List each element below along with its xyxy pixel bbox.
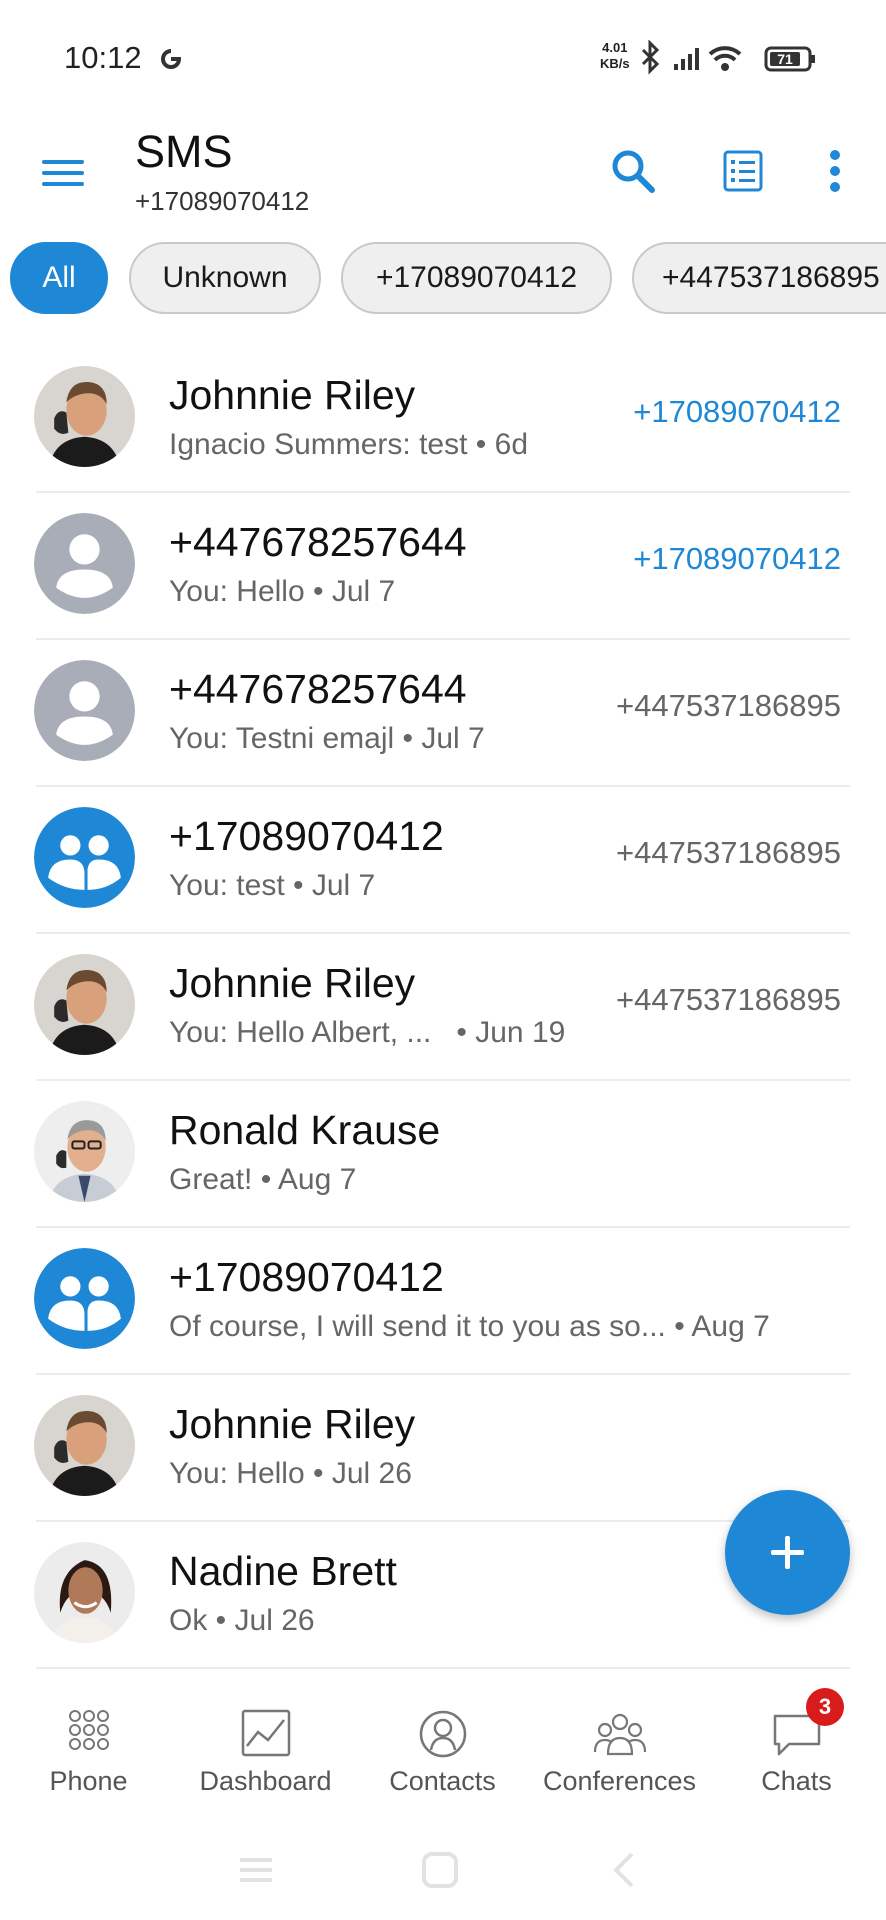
- conversation-row[interactable]: +447678257644 You: Testni emajl • Jul 7 …: [0, 640, 886, 787]
- avatar-photo-icon: [34, 1542, 135, 1643]
- chip-line-17089070412[interactable]: +17089070412: [341, 242, 612, 314]
- line-number: +447537186895: [616, 982, 841, 1017]
- message-preview: You: Hello • Jul 26: [169, 1457, 412, 1490]
- chip-line-447537186895[interactable]: +447537186895: [632, 242, 886, 314]
- battery-level: 71: [777, 51, 793, 67]
- line-number: +17089070412: [633, 541, 841, 576]
- divider: [36, 1667, 850, 1669]
- bottom-nav: Phone Dashboard Contacts Conferences 3 C…: [0, 1672, 886, 1802]
- list-view-icon[interactable]: [718, 146, 768, 196]
- conversation-row[interactable]: +17089070412 Of course, I will send it t…: [0, 1228, 886, 1375]
- avatar-photo-icon: [34, 1395, 135, 1496]
- chip-unknown[interactable]: Unknown: [129, 242, 321, 314]
- conversation-row[interactable]: Johnnie Riley Ignacio Summers: test • 6d…: [0, 346, 886, 493]
- nav-chats[interactable]: 3 Chats: [708, 1672, 885, 1802]
- nav-label: Chats: [761, 1766, 832, 1796]
- group-icon: [34, 807, 135, 908]
- nav-phone[interactable]: Phone: [0, 1672, 177, 1802]
- new-message-button[interactable]: [725, 1490, 850, 1615]
- nav-label: Conferences: [542, 1766, 697, 1796]
- nav-label: Dashboard: [199, 1766, 332, 1796]
- line-number: +447537186895: [616, 688, 841, 723]
- contact-icon: [419, 1710, 466, 1758]
- contact-name: +447678257644: [169, 666, 467, 712]
- conversation-row[interactable]: +17089070412 You: test • Jul 7 +44753718…: [0, 787, 886, 934]
- page-subtitle: +17089070412: [135, 186, 310, 216]
- status-bar: 10:12 4.01 KB/s 71: [0, 0, 886, 118]
- menu-icon[interactable]: [38, 148, 88, 198]
- net-speed: 4.01 KB/s: [600, 40, 630, 72]
- contact-name: Nadine Brett: [169, 1548, 397, 1594]
- line-number: +17089070412: [633, 394, 841, 429]
- nav-dashboard[interactable]: Dashboard: [177, 1672, 354, 1802]
- message-preview: Great! • Aug 7: [169, 1163, 357, 1196]
- net-speed-value: 4.01: [602, 40, 628, 55]
- more-options-icon[interactable]: [815, 146, 855, 196]
- message-preview: Ignacio Summers: test • 6d: [169, 428, 529, 461]
- search-icon[interactable]: [608, 146, 658, 196]
- unread-badge: 3: [806, 1688, 844, 1726]
- system-status-icons: 71: [641, 40, 815, 75]
- signal-icon: [674, 48, 699, 70]
- recent-apps-icon: [240, 1858, 272, 1882]
- default-person-icon: [34, 660, 135, 761]
- app-bar: SMS +17089070412: [0, 118, 886, 230]
- home-icon: [422, 1852, 458, 1888]
- contact-name: +17089070412: [169, 813, 444, 859]
- contact-name: Johnnie Riley: [169, 372, 416, 418]
- avatar-photo-icon: [34, 954, 135, 1055]
- google-g-icon: [161, 49, 182, 69]
- page-title: SMS: [135, 126, 233, 177]
- message-preview: Of course, I will send it to you as so..…: [169, 1310, 770, 1343]
- conversation-row[interactable]: Ronald Krause Great! • Aug 7: [0, 1081, 886, 1228]
- battery-icon: 71: [764, 46, 815, 72]
- contact-name: +17089070412: [169, 1254, 444, 1300]
- contact-name: Ronald Krause: [169, 1107, 441, 1153]
- conversation-row[interactable]: +447678257644 You: Hello • Jul 7 +170890…: [0, 493, 886, 640]
- system-navigation-bar: [240, 1852, 634, 1888]
- net-speed-unit: KB/s: [600, 56, 630, 71]
- bluetooth-icon: [641, 40, 660, 75]
- nav-label: Contacts: [389, 1766, 496, 1796]
- message-preview: Ok • Jul 26: [169, 1604, 315, 1637]
- nav-contacts[interactable]: Contacts: [354, 1672, 531, 1802]
- message-preview: You: Hello Albert, ... • Jun 19: [169, 1016, 566, 1049]
- message-preview: You: Hello • Jul 7: [169, 575, 396, 608]
- back-icon: [613, 1852, 634, 1888]
- filter-chips: All Unknown +17089070412 +447537186895: [0, 242, 886, 316]
- plus-icon: [771, 1536, 804, 1569]
- message-preview: You: Testni emajl • Jul 7: [169, 722, 485, 755]
- contact-name: +447678257644: [169, 519, 467, 565]
- contact-name: Johnnie Riley: [169, 960, 416, 1006]
- dialpad-icon: [68, 1710, 109, 1750]
- people-icon: [593, 1713, 646, 1756]
- message-preview: You: test • Jul 7: [169, 869, 376, 902]
- group-icon: [34, 1248, 135, 1349]
- nav-conferences[interactable]: Conferences: [531, 1672, 708, 1802]
- default-person-icon: [34, 513, 135, 614]
- line-number: +447537186895: [616, 835, 841, 870]
- chip-all[interactable]: All: [10, 242, 108, 314]
- chart-icon: [241, 1709, 290, 1757]
- contact-name: Johnnie Riley: [169, 1401, 416, 1447]
- avatar-photo-icon: [34, 366, 135, 467]
- status-time: 10:12: [64, 40, 142, 75]
- conversation-row[interactable]: Johnnie Riley You: Hello Albert, ... • J…: [0, 934, 886, 1081]
- nav-label: Phone: [49, 1766, 128, 1796]
- avatar-photo-icon: [34, 1101, 135, 1202]
- wifi-icon: [708, 46, 742, 62]
